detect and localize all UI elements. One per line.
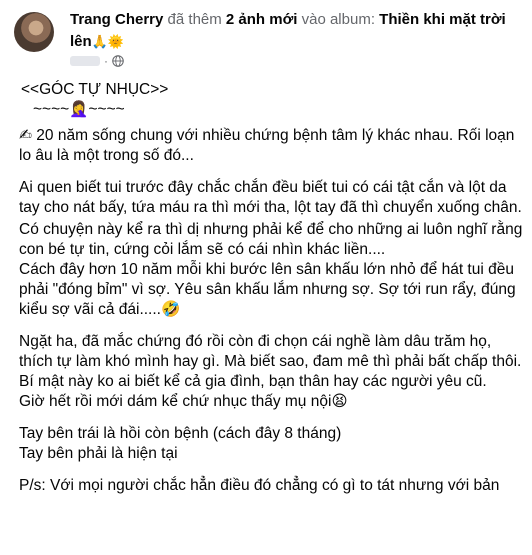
post-author-line: Trang Cherry đã thêm 2 ảnh mới vào album… — [70, 9, 525, 54]
meta-separator: · — [104, 54, 108, 68]
photo-count[interactable]: 2 ảnh mới — [226, 11, 298, 28]
post-title: <<GÓC TỰ NHỤC>> — [21, 81, 169, 98]
post-decor: ~~~~🤦‍♀️~~~~ — [33, 101, 125, 118]
paragraph-8: Tay bên trái là hồi còn bệnh (cách đây 8… — [19, 425, 342, 442]
paragraph-9: Tay bên phải là hiện tại — [19, 445, 178, 462]
album-emoji: 🙏🌞 — [91, 35, 125, 50]
paragraph-10: P/s: Với mọi người chắc hẳn điều đó chẳn… — [19, 477, 500, 494]
post-content: <<GÓC TỰ NHỤC>> ~~~~🤦‍♀️~~~~ ✍ 20 năm số… — [19, 80, 524, 496]
avatar[interactable] — [14, 12, 54, 52]
globe-icon[interactable] — [112, 55, 124, 67]
post-header: Trang Cherry đã thêm 2 ảnh mới vào album… — [0, 0, 532, 72]
paragraph-7: Giờ hết rồi mới dám kể chứ nhục thấy mụ … — [19, 393, 348, 410]
paragraph-5: Ngặt ha, đã mắc chứng đó rồi còn đi chọn… — [19, 333, 522, 370]
paragraph-1: ✍ 20 năm sống chung với nhiều chứng bệnh… — [19, 127, 519, 164]
paragraph-2: Ai quen biết tui trước đây chắc chắn đều… — [19, 179, 522, 216]
paragraph-3: Có chuyện này kể ra thì dị nhưng phải kể… — [19, 221, 527, 258]
post-meta: · — [70, 53, 124, 69]
timestamp-blurred[interactable] — [70, 56, 100, 66]
action-mid-text: vào album: — [301, 11, 375, 28]
author-name[interactable]: Trang Cherry — [70, 11, 163, 28]
paragraph-4: Cách đây hơn 10 năm mỗi khi bước lên sân… — [19, 261, 520, 318]
paragraph-6: Bí mật này ko ai biết kể cả gia đình, bạ… — [19, 373, 487, 390]
action-text: đã thêm — [167, 11, 222, 28]
